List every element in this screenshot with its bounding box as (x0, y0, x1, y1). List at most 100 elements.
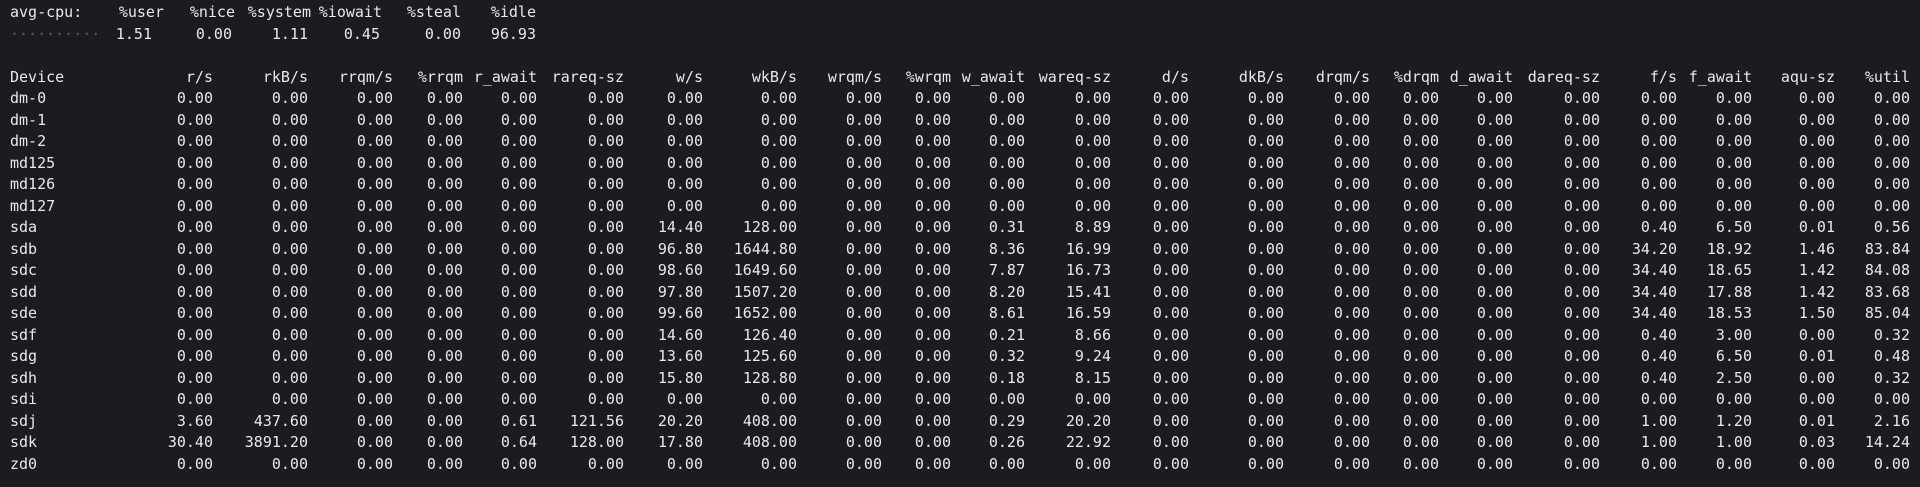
cell-d-await: 0.00 (1476, 218, 1513, 236)
cell-pct-wrqm: 0.00 (914, 282, 951, 301)
cpu-value-system: 1.11 (271, 24, 308, 43)
cell-rkb-per-s: 0.00 (271, 89, 308, 107)
cell-f-await: 18.65 (1706, 261, 1752, 279)
cell-aqu-sz: 0.00 (1798, 196, 1835, 215)
cell-f-per-s: 34.40 (1631, 282, 1677, 301)
cell-w-per-s: 96.80 (657, 239, 703, 258)
cell-f-await: 1.00 (1715, 433, 1752, 451)
cell-r-await: 0.00 (500, 454, 537, 473)
cell-device: dm-0 (10, 89, 47, 107)
cell-wrqm-per-s: 0.00 (845, 411, 882, 430)
cell-aqu-sz: 0.00 (1798, 175, 1835, 193)
cell-drqm-per-s: 0.00 (1333, 433, 1370, 451)
cell-pct-wrqm: 0.00 (914, 153, 951, 172)
cell-r-per-s: 0.00 (176, 110, 213, 129)
cell-w-per-s: 0.00 (666, 132, 703, 150)
cell-drqm-per-s: 0.00 (1333, 196, 1370, 215)
cpu-value-nice: 0.00 (195, 24, 232, 43)
cell-pct-util: 0.32 (1873, 325, 1910, 344)
cell-device: zd0 (10, 454, 38, 473)
cell-rrqm-per-s: 0.00 (356, 454, 393, 473)
cell-rkb-per-s: 0.00 (271, 325, 308, 344)
cell-pct-drqm: 0.00 (1402, 261, 1439, 279)
cell-wrqm-per-s: 0.00 (845, 282, 882, 301)
device-table-header: Device r/s rkB/s rrqm/s %rrqm r_await rareq-sz… (0, 67, 1920, 89)
cell-pct-rrqm: 0.00 (426, 175, 463, 193)
cell-drqm-per-s: 0.00 (1333, 304, 1370, 322)
cell-aqu-sz: 0.00 (1798, 390, 1835, 408)
table-row: dm-2 0.00 0.00 0.00 0.00 0.00 0.00 0.00 0.00 0.00… (0, 131, 1920, 153)
cell-drqm-per-s: 0.00 (1333, 132, 1370, 150)
cell-pct-drqm: 0.00 (1402, 282, 1439, 301)
cell-rareq-sz: 0.00 (587, 153, 624, 172)
column-header-w-per-s: w/s (675, 67, 703, 86)
cell-drqm-per-s: 0.00 (1333, 347, 1370, 365)
cell-rareq-sz: 0.00 (587, 390, 624, 408)
cell-rrqm-per-s: 0.00 (356, 239, 393, 258)
cell-pct-wrqm: 0.00 (914, 196, 951, 215)
cell-wrqm-per-s: 0.00 (845, 153, 882, 172)
cpu-value-user: 1.51 (115, 24, 152, 43)
cpu-header-user: %user (118, 3, 164, 21)
cell-w-await: 0.26 (988, 433, 1025, 451)
cell-r-per-s: 0.00 (176, 347, 213, 365)
cell-dareq-sz: 0.00 (1563, 433, 1600, 451)
cell-aqu-sz: 0.01 (1798, 411, 1835, 430)
cell-rkb-per-s: 0.00 (271, 368, 308, 387)
cell-wrqm-per-s: 0.00 (845, 89, 882, 107)
column-header-rareq-sz: rareq-sz (551, 67, 624, 86)
cell-f-per-s: 0.00 (1640, 175, 1677, 193)
cell-pct-wrqm: 0.00 (914, 132, 951, 150)
cell-r-await: 0.00 (500, 325, 537, 344)
cell-r-await: 0.00 (500, 218, 537, 236)
cell-rrqm-per-s: 0.00 (356, 304, 393, 322)
cell-rkb-per-s: 0.00 (271, 304, 308, 322)
cell-rkb-per-s: 0.00 (271, 132, 308, 150)
cell-dkb-per-s: 0.00 (1247, 433, 1284, 451)
cell-d-per-s: 0.00 (1152, 132, 1189, 150)
cell-w-per-s: 0.00 (666, 110, 703, 129)
cell-pct-drqm: 0.00 (1402, 132, 1439, 150)
cell-r-await: 0.00 (500, 196, 537, 215)
cell-w-per-s: 14.40 (657, 218, 703, 236)
cell-wrqm-per-s: 0.00 (845, 433, 882, 451)
cell-rareq-sz: 0.00 (587, 282, 624, 301)
cell-pct-wrqm: 0.00 (914, 368, 951, 387)
cpu-leader-dots: ·········· (10, 24, 101, 43)
cell-wareq-sz: 0.00 (1074, 110, 1111, 129)
cell-d-per-s: 0.00 (1152, 433, 1189, 451)
table-row: sdg 0.00 0.00 0.00 0.00 0.00 0.00 13.60 125.60 0.… (0, 346, 1920, 368)
cell-dareq-sz: 0.00 (1563, 347, 1600, 365)
cell-rareq-sz: 0.00 (587, 175, 624, 193)
cell-w-per-s: 98.60 (657, 261, 703, 279)
cell-w-await: 0.00 (988, 454, 1025, 473)
cell-wareq-sz: 16.73 (1065, 261, 1111, 279)
cell-d-per-s: 0.00 (1152, 325, 1189, 344)
cell-dkb-per-s: 0.00 (1247, 239, 1284, 258)
cell-pct-rrqm: 0.00 (426, 218, 463, 236)
cell-drqm-per-s: 0.00 (1333, 282, 1370, 301)
table-row: sdj 3.60 437.60 0.00 0.00 0.61 121.56 20.20 408.… (0, 411, 1920, 433)
cell-f-await: 3.00 (1715, 325, 1752, 344)
cell-f-await: 0.00 (1715, 175, 1752, 193)
cell-drqm-per-s: 0.00 (1333, 89, 1370, 107)
cell-d-await: 0.00 (1476, 196, 1513, 215)
cell-dkb-per-s: 0.00 (1247, 110, 1284, 129)
cell-aqu-sz: 1.42 (1798, 282, 1835, 301)
cell-pct-drqm: 0.00 (1402, 368, 1439, 387)
cell-pct-drqm: 0.00 (1402, 89, 1439, 107)
cell-pct-wrqm: 0.00 (914, 454, 951, 473)
cell-wkb-per-s: 1644.80 (733, 239, 797, 258)
cell-pct-wrqm: 0.00 (914, 325, 951, 344)
cell-pct-rrqm: 0.00 (426, 454, 463, 473)
cell-dareq-sz: 0.00 (1563, 196, 1600, 215)
cell-rareq-sz: 0.00 (587, 239, 624, 258)
cell-f-await: 0.00 (1715, 110, 1752, 129)
cell-wkb-per-s: 0.00 (760, 153, 797, 172)
cell-r-await: 0.00 (500, 282, 537, 301)
cell-wareq-sz: 16.99 (1065, 239, 1111, 258)
terminal-window[interactable]: avg-cpu: %user %nice %system %iowait %st… (0, 0, 1920, 487)
cell-device: md125 (10, 153, 56, 172)
cell-aqu-sz: 0.00 (1798, 454, 1835, 473)
cell-w-per-s: 0.00 (666, 390, 703, 408)
